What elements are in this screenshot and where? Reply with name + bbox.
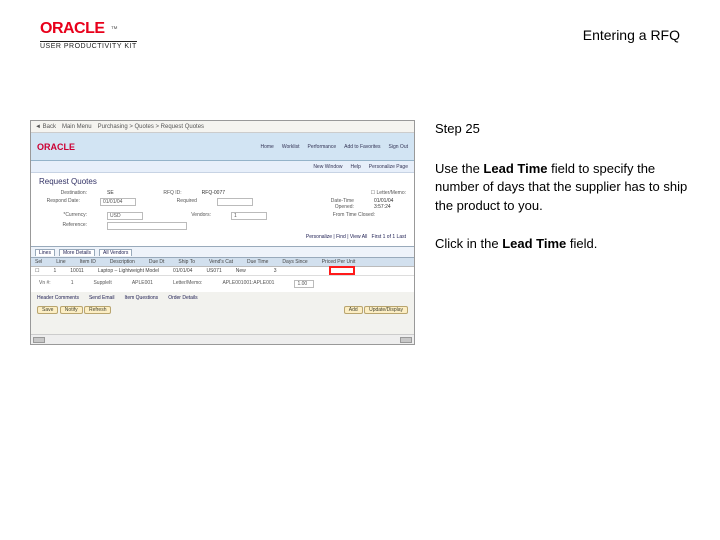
val-sup: SuppleIt [93, 280, 111, 288]
bt-header[interactable]: Header Comments [37, 295, 79, 301]
lnk-last[interactable]: Last [397, 234, 406, 240]
lnk-find[interactable]: Find [336, 234, 346, 240]
col-desc: Description [110, 259, 135, 265]
nav-worklist[interactable]: Worklist [282, 144, 300, 150]
val-currency[interactable]: USD [107, 212, 143, 220]
instruction-para-2: Click in the Lead Time field. [435, 235, 690, 253]
lbl-currency: *Currency: [39, 212, 87, 220]
btn-refresh[interactable]: Refresh [84, 306, 112, 314]
col-priced: Priced Per Unit [322, 259, 356, 265]
lnk-viewall[interactable]: View All [350, 234, 367, 240]
col-line: Line [56, 259, 65, 265]
lbl-respdate: Respond Date: [39, 198, 80, 210]
tab-more[interactable]: More Details [59, 249, 95, 256]
app-logo: ORACLE [37, 142, 75, 152]
table-row: ☐ 1 10011 Laptop – Lightweight Model 01/… [31, 267, 414, 276]
link-personalize[interactable]: Personalize Page [369, 164, 408, 170]
cell-desc: Laptop – Lightweight Model [98, 268, 159, 274]
bt-details[interactable]: Order Details [168, 295, 197, 301]
val-vn: 1 [71, 280, 74, 288]
cell-item: 10011 [70, 268, 84, 274]
link-newwindow[interactable]: New Window [313, 164, 342, 170]
nav-perf[interactable]: Performance [308, 144, 337, 150]
instruction-panel: Step 25 Use the Lead Time field to speci… [435, 120, 690, 273]
cell-line: 1 [53, 268, 56, 274]
lbl-req: Required [156, 198, 197, 210]
bt-email[interactable]: Send Email [89, 295, 115, 301]
val-req[interactable] [217, 198, 253, 206]
bt-questions[interactable]: Item Questions [125, 295, 159, 301]
cell-sel[interactable]: ☐ [35, 268, 39, 274]
col-cat: Vend's Cat [209, 259, 233, 265]
lnk-personalize[interactable]: Personalize [306, 234, 332, 240]
cell-days: 3 [274, 268, 277, 274]
col-days: Days Since [282, 259, 307, 265]
val-code2: APLE001001:APLE001 [222, 280, 274, 288]
trademark: ™ [111, 26, 118, 33]
col-time: Due Time [247, 259, 268, 265]
tab-vendors[interactable]: All Vendors [99, 249, 132, 256]
lnk-first[interactable]: First [372, 234, 382, 240]
tab-lines[interactable]: Lines [35, 249, 55, 256]
lead-time-field[interactable] [329, 266, 355, 275]
val-rfqid: RFQ-0077 [202, 190, 225, 196]
col-sel: Sel [35, 259, 42, 265]
lbl-timeclosed: From Time Closed: [327, 212, 375, 220]
btn-save[interactable]: Save [37, 306, 58, 314]
col-due: Due Dt [149, 259, 165, 265]
val-vendors[interactable]: 1 [231, 212, 267, 220]
val-dest: SE [107, 190, 114, 196]
nav-signout[interactable]: Sign Out [389, 144, 408, 150]
cell-cat: New [236, 268, 246, 274]
oracle-logo: ORACLE [40, 20, 105, 38]
step-label: Step 25 [435, 120, 690, 138]
form-title: Request Quotes [39, 177, 406, 186]
lbl-letter2: Letter/Memo: [173, 280, 202, 288]
val-reference[interactable] [107, 222, 187, 230]
lbl-dest: Destination: [39, 190, 87, 196]
val-respdate[interactable]: 01/01/04 [100, 198, 136, 206]
lbl-vn: Vn #: [39, 280, 51, 288]
col-item: Item ID [80, 259, 96, 265]
cell-due: 01/01/04 [173, 268, 192, 274]
nav-back: ◄ Back [35, 124, 56, 130]
lbl-letter: Letter/Memo: [377, 190, 406, 196]
lbl-rfqid: RFQ ID: [134, 190, 182, 196]
btn-notify[interactable]: Notify [60, 306, 83, 314]
nav-count: 1 of 1 [383, 234, 396, 240]
val-rate[interactable]: 1.00 [294, 280, 314, 288]
val-dtopened: 01/01/04 3:57:24 [374, 198, 406, 210]
lbl-vendors: Vendors: [163, 212, 211, 220]
nav-fav[interactable]: Add to Favorites [344, 144, 380, 150]
col-ship: Ship To [178, 259, 195, 265]
lbl-reference: Reference: [39, 222, 87, 230]
val-code1: APLE001 [132, 280, 153, 288]
cell-ship: US071 [206, 268, 221, 274]
link-help[interactable]: Help [351, 164, 361, 170]
scrollbar[interactable] [31, 334, 414, 344]
btn-upd[interactable]: Update/Display [364, 306, 408, 314]
app-screenshot: ◄ Back Main Menu Purchasing > Quotes > R… [30, 120, 415, 345]
instruction-para-1: Use the Lead Time field to specify the n… [435, 160, 690, 215]
lbl-dtopened: Date-Time Opened: [313, 198, 354, 210]
upk-label: USER PRODUCTIVITY KIT [40, 41, 137, 50]
page-title: Entering a RFQ [583, 27, 680, 43]
nav-path: Purchasing > Quotes > Request Quotes [98, 124, 204, 130]
nav-home[interactable]: Home [260, 144, 273, 150]
nav-status: Main Menu [62, 124, 92, 130]
btn-add[interactable]: Add [344, 306, 363, 314]
brand-block: ORACLE ™ USER PRODUCTIVITY KIT [40, 20, 137, 50]
